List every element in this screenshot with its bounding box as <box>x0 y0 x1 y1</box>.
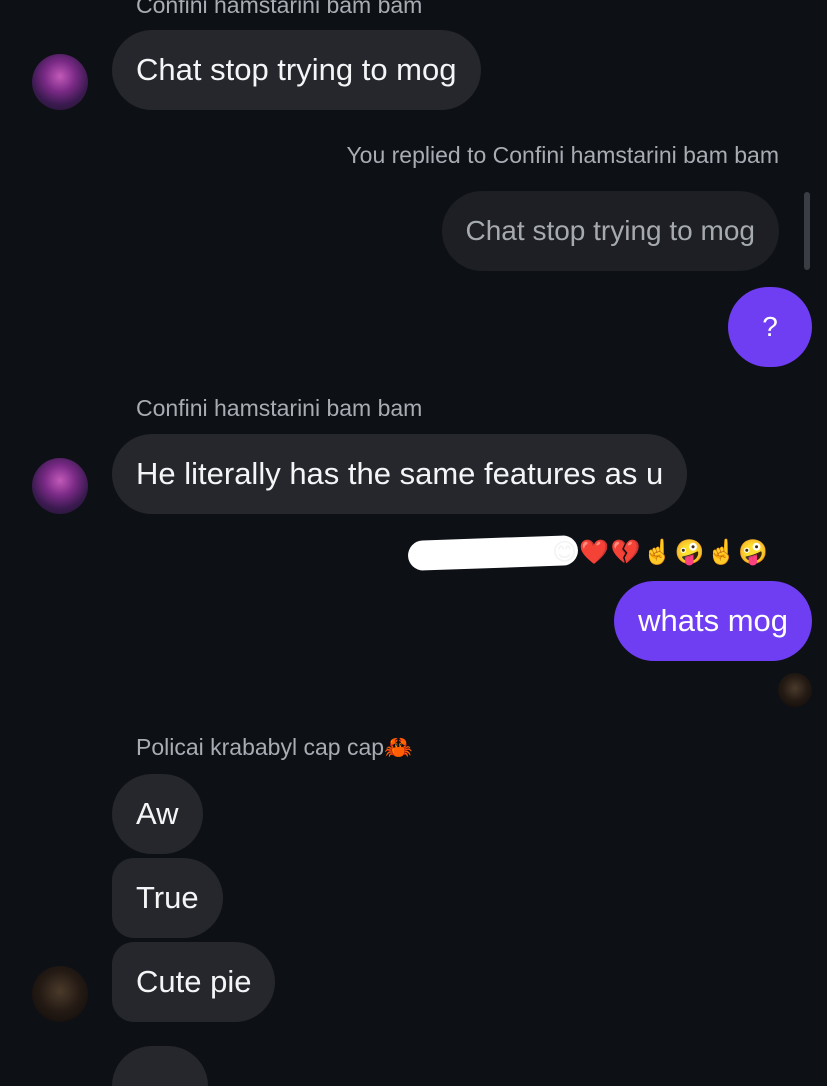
message-bubble[interactable]: He literally has the same features as u <box>112 434 688 514</box>
message-text: whats mog <box>638 603 788 638</box>
avatar-confini[interactable] <box>32 54 88 110</box>
message-bubble[interactable]: Chat stop trying to mog <box>112 30 481 110</box>
message-text: ? <box>762 311 778 342</box>
reply-label: You replied to Confini hamstarini bam ba… <box>346 142 779 168</box>
message-text: Aw <box>136 796 179 831</box>
message-bubble-partial[interactable] <box>112 1046 208 1086</box>
sent-message-bubble[interactable]: ? <box>728 287 812 367</box>
message-text: He literally has the same features as u <box>136 456 664 491</box>
message-text: Cute pie <box>136 964 252 999</box>
sender-name: Policai krababyl cap cap🦀 <box>136 734 413 760</box>
message-text: True <box>136 880 199 915</box>
sent-message-bubble[interactable]: whats mog <box>614 581 812 661</box>
message-text: Chat stop trying to mog <box>136 52 457 87</box>
sender-name: Confini hamstarini bam bam <box>136 395 423 421</box>
message-bubble[interactable]: True <box>112 858 223 938</box>
quoted-message-bubble[interactable]: Chat stop trying to mog <box>441 191 779 271</box>
message-bubble[interactable]: Aw <box>112 774 203 854</box>
reaction-row[interactable]: 😊❤️💔☝️🤪☝️🤪 <box>552 538 770 567</box>
read-receipt-avatar <box>778 673 812 707</box>
avatar-policai[interactable] <box>32 966 88 1022</box>
quoted-text: Chat stop trying to mog <box>465 215 755 246</box>
quote-scrollbar[interactable] <box>804 192 810 270</box>
message-bubble[interactable]: Cute pie <box>112 942 276 1022</box>
avatar-confini[interactable] <box>32 458 88 514</box>
sender-name-top: Confini hamstarini bam bam <box>136 0 423 18</box>
